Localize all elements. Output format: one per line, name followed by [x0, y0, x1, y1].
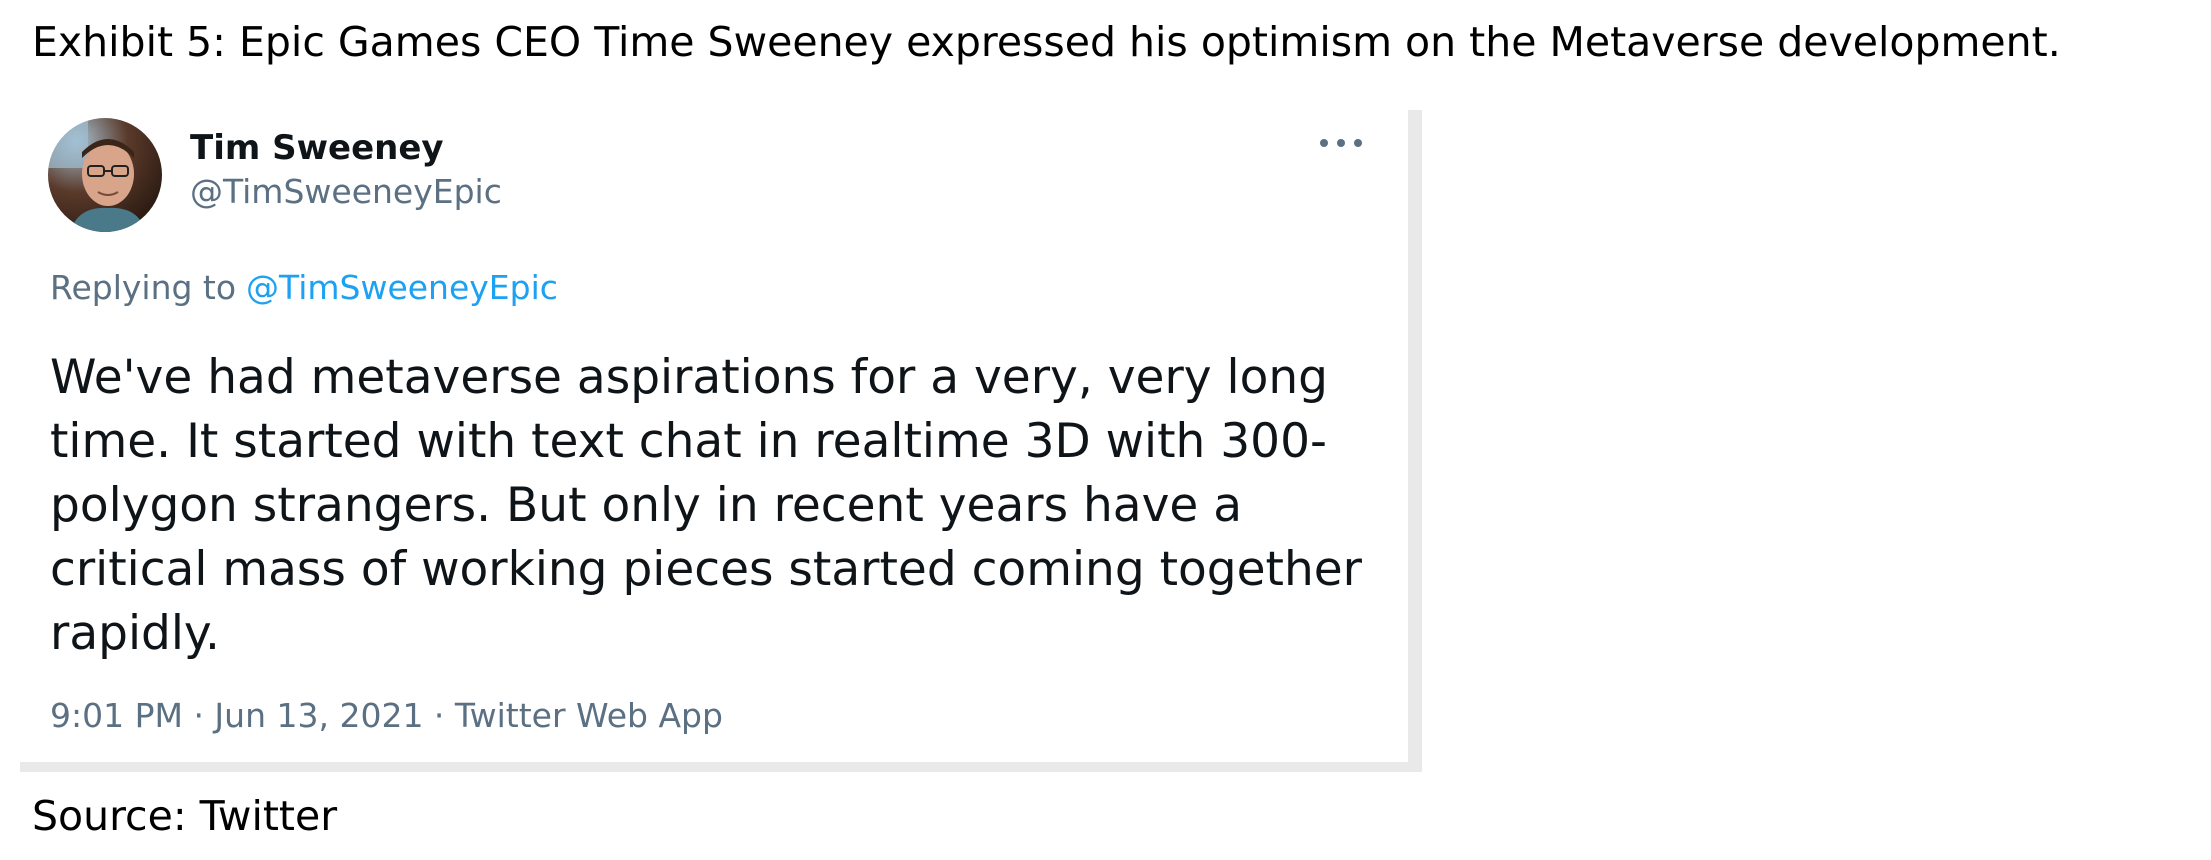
replying-to-mention-link[interactable]: @TimSweeneyEpic — [246, 268, 558, 307]
exhibit-caption: Exhibit 5: Epic Games CEO Time Sweeney e… — [32, 18, 2061, 66]
tweet-text-line: time. It started with text chat in realt… — [50, 414, 1327, 469]
source-note: Source: Twitter — [32, 792, 338, 840]
tweet-text-line: rapidly. — [50, 606, 220, 661]
replying-to: Replying to @TimSweeneyEpic — [50, 268, 558, 307]
avatar-portrait-icon — [48, 118, 162, 232]
tweet-text-line: critical mass of working pieces started … — [50, 542, 1362, 597]
more-options-button[interactable] — [1320, 130, 1362, 156]
more-horizontal-icon — [1320, 139, 1328, 147]
tweet-text: We've had metaverse aspirations for a ve… — [50, 346, 1390, 666]
tweet-shadow-right — [1408, 110, 1422, 772]
tweet-card: Tim Sweeney @TimSweeneyEpic Replying to @… — [20, 110, 1408, 762]
more-horizontal-icon-dot — [1354, 139, 1362, 147]
author-handle[interactable]: @TimSweeneyEpic — [190, 172, 502, 211]
tweet-text-line: We've had metaverse aspirations for a ve… — [50, 350, 1328, 405]
author-name[interactable]: Tim Sweeney — [190, 128, 444, 168]
tweet-timestamp[interactable]: 9:01 PM · Jun 13, 2021 · Twitter Web App — [50, 696, 723, 735]
replying-to-label: Replying to — [50, 268, 237, 307]
avatar[interactable] — [48, 118, 162, 232]
tweet-shadow-bottom — [20, 762, 1422, 772]
more-horizontal-icon-dot — [1337, 139, 1345, 147]
tweet-text-line: polygon strangers. But only in recent ye… — [50, 478, 1243, 533]
